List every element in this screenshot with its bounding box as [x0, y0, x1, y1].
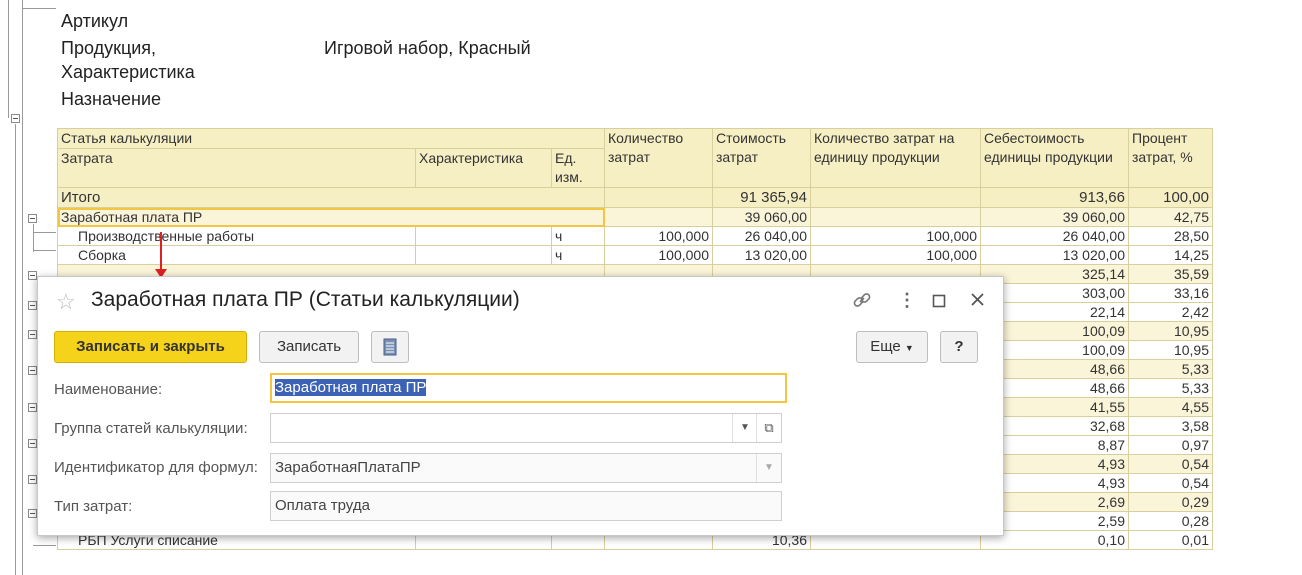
formula-id-field[interactable]: ЗаработнаяПлатаПР ▼ [270, 453, 782, 483]
collapse-icon[interactable] [28, 330, 37, 339]
col-header-characteristic: Характеристика [415, 148, 552, 188]
col-header-unit-cost: Себестоимость единицы продукции [980, 128, 1129, 188]
more-vertical-icon[interactable]: ⋮ [898, 290, 916, 311]
col-header-cost-item: Затрата [57, 148, 416, 188]
col-header-cost: Стоимость затрат [712, 128, 811, 188]
dialog-title: Заработная плата ПР (Статьи калькуляции) [91, 288, 520, 311]
close-icon[interactable] [970, 291, 985, 312]
collapse-icon[interactable] [28, 403, 37, 412]
name-label: Наименование: [54, 381, 163, 398]
product-value: Игровой набор, Красный [324, 38, 531, 58]
help-button[interactable]: ? [940, 331, 978, 363]
table-row[interactable]: Заработная плата ПР 39 060,00 39 060,00 … [57, 207, 1213, 227]
collapse-icon[interactable] [11, 114, 20, 123]
total-row: Итого 91 365,94 913,66 100,00 [57, 187, 1213, 208]
star-icon[interactable]: ☆ [56, 289, 76, 315]
link-icon[interactable] [852, 290, 872, 315]
col-header-item: Статья калькуляции [57, 128, 605, 149]
product-label: Продукция, [61, 38, 157, 58]
more-button[interactable]: Еще ▼ [856, 331, 928, 363]
col-header-percent: Процент затрат, % [1128, 128, 1213, 188]
group-field[interactable]: ▼ ⧉ [270, 413, 782, 443]
group-label: Группа статей калькуляции: [54, 420, 248, 437]
open-icon[interactable]: ⧉ [756, 414, 781, 442]
dropdown-arrow-icon[interactable]: ▼ [732, 414, 757, 442]
red-arrow-annotation [155, 232, 167, 278]
report-icon[interactable] [371, 331, 409, 363]
purpose-label: Назначение [61, 89, 162, 109]
collapse-icon[interactable] [28, 301, 37, 310]
col-header-per-unit: Количество затрат на единицу продукции [810, 128, 981, 188]
total-unit-cost: 913,66 [980, 187, 1129, 208]
collapse-icon[interactable] [28, 214, 37, 223]
cost-type-label: Тип затрат: [54, 498, 133, 515]
article-label: Артикул [61, 11, 129, 31]
formula-id-label: Идентификатор для формул: [54, 459, 258, 476]
collapse-icon[interactable] [28, 366, 37, 375]
cost-type-field[interactable]: Оплата труда [270, 491, 782, 521]
characteristic-label: Характеристика [61, 62, 195, 82]
total-percent: 100,00 [1128, 187, 1213, 208]
table-row[interactable]: Сборка ч 100,000 13 020,00 100,000 13 02… [57, 245, 1213, 265]
name-field[interactable]: Заработная плата ПР [270, 373, 787, 403]
chevron-down-icon: ▼ [904, 343, 914, 353]
collapse-icon[interactable] [28, 439, 37, 448]
total-label: Итого [57, 187, 605, 208]
collapse-icon[interactable] [28, 509, 37, 518]
total-cost: 91 365,94 [712, 187, 811, 208]
row-name: Производственные работы [57, 226, 416, 246]
save-button[interactable]: Записать [259, 331, 359, 363]
maximize-icon[interactable] [932, 292, 946, 313]
table-row[interactable]: Производственные работы ч 100,000 26 040… [57, 226, 1213, 246]
col-header-qty: Количество затрат [604, 128, 713, 188]
collapse-icon[interactable] [28, 475, 37, 484]
edit-dialog: ☆ Заработная плата ПР (Статьи калькуляци… [37, 276, 1004, 536]
dropdown-arrow-icon[interactable]: ▼ [756, 454, 781, 482]
row-name[interactable]: Заработная плата ПР [57, 207, 605, 227]
collapse-icon[interactable] [28, 271, 37, 280]
row-name: Сборка [57, 245, 416, 265]
col-header-unit: Ед. изм. [551, 148, 605, 188]
save-and-close-button[interactable]: Записать и закрыть [54, 331, 247, 363]
